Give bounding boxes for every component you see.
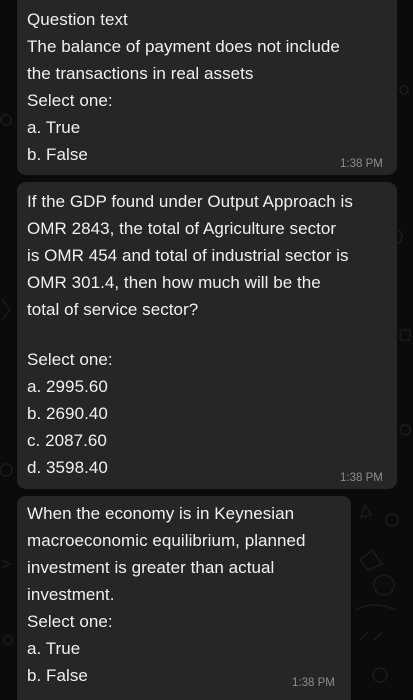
message-text-line: investment.	[27, 585, 115, 604]
message-timestamp: 1:38 PM	[340, 158, 383, 170]
message-text-line: a. 2995.60	[27, 377, 108, 396]
message-text-line: The balance of payment does not include	[27, 37, 340, 56]
message-text-line: OMR 301.4, then how much will be the	[27, 273, 321, 292]
message-bubble[interactable]: Question text The balance of payment doe…	[17, 0, 397, 175]
message-text-line: OMR 2843, the total of Agriculture secto…	[27, 219, 337, 238]
message-text-line: Select one:	[27, 91, 113, 110]
message-text-line: a. True	[27, 639, 81, 658]
message-text-line: a. True	[27, 118, 81, 137]
message-text-line: the transactions in real assets	[27, 64, 254, 83]
message-timestamp: 1:38 PM	[340, 472, 383, 484]
chat-thread[interactable]: Question text The balance of payment doe…	[0, 0, 413, 700]
message-text-line: macroeconomic equilibrium, planned	[27, 531, 306, 550]
message-bubble[interactable]: When the economy is in Keynesian macroec…	[17, 496, 351, 700]
message-text-line: b. False	[27, 145, 88, 164]
message-text-line: Question text	[27, 10, 128, 29]
message-text-line: c. 2087.60	[27, 431, 107, 450]
message-text-line: If the GDP found under Output Approach i…	[27, 192, 353, 211]
message-text-line: b. False	[27, 666, 88, 685]
message-bubble[interactable]: If the GDP found under Output Approach i…	[17, 182, 397, 489]
message-text-line: When the economy is in Keynesian	[27, 504, 295, 523]
message-text-line: b. 2690.40	[27, 404, 108, 423]
message-text-line: investment is greater than actual	[27, 558, 275, 577]
message-text-line: Select one:	[27, 350, 113, 369]
message-text-line: d. 3598.40	[27, 458, 108, 477]
message-text-line: Select one:	[27, 612, 113, 631]
message-text-line: total of service sector?	[27, 300, 199, 319]
message-text-line: is OMR 454 and total of industrial secto…	[27, 246, 349, 265]
message-timestamp: 1:38 PM	[292, 677, 335, 689]
